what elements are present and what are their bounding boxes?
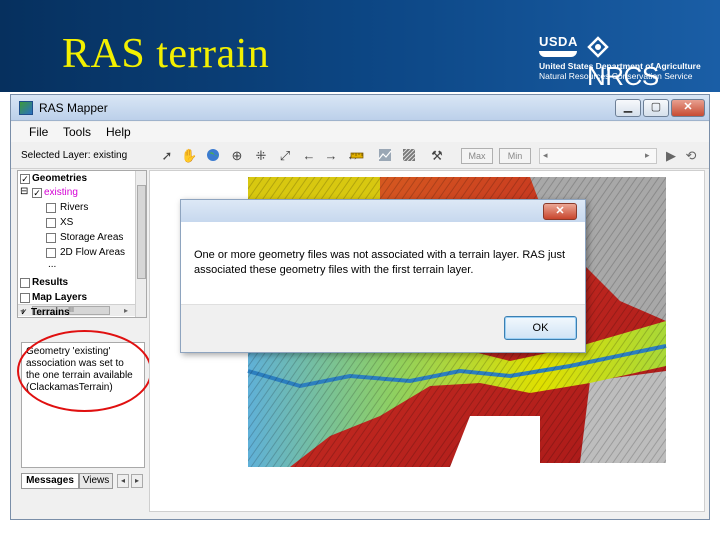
selected-layer-label: Selected Layer: existing [21,150,128,161]
time-slider[interactable]: ◂ ▸ [539,148,657,164]
back-arrow-icon[interactable]: ← [301,148,317,164]
toolbar: Selected Layer: existing ➚ ✋ ⊕ ⁜ ⤢ ← → ↔… [11,143,709,169]
results-checkbox[interactable] [20,278,30,288]
alert-dialog: ✕ One or more geometry files was not ass… [180,199,586,353]
tree-vertical-scrollbar[interactable] [135,171,146,317]
hscroll-right-icon[interactable]: ▸ [124,306,128,315]
ruler-icon[interactable] [349,148,365,164]
tree-item-label: Terrains [31,307,70,318]
existing-checkbox[interactable]: ✓ [32,188,42,198]
nrcs-leaf-icon [587,36,609,58]
message-text: Geometry 'existing' association was set … [26,346,133,393]
dialog-close-button[interactable]: ✕ [543,203,577,220]
service-name: Natural Resources Conservation Service [539,71,693,81]
ras-mapper-app-icon [19,101,33,115]
ok-button[interactable]: OK [504,316,577,340]
tree-item-label: existing [44,187,78,198]
maximize-button[interactable]: ▢ [643,99,669,117]
messages-panel: Geometry 'existing' association was set … [21,342,145,468]
tab-prev-icon[interactable]: ◂ [117,474,129,488]
max-button[interactable]: Max [461,148,493,164]
tree-item-label: Results [32,277,69,288]
dialog-footer: OK [181,304,585,352]
xs-checkbox[interactable] [46,218,56,228]
storage-areas-checkbox[interactable] [46,233,56,243]
min-button[interactable]: Min [499,148,531,164]
ras-mapper-window: RAS Mapper ▁ ▢ ✕ File Tools Help Selecte… [10,94,710,520]
tree-item-label: Geometries [32,173,88,184]
zoom-in-icon[interactable]: ⊕ [229,148,245,164]
profile-icon[interactable] [377,148,393,164]
tab-next-icon[interactable]: ▸ [131,474,143,488]
tree-item-label: XS [60,217,74,228]
usda-wordmark: USDA [539,34,578,49]
dialog-titlebar[interactable]: ✕ [181,200,585,222]
tools-icon[interactable]: ⚒ [429,148,445,164]
geometries-checkbox[interactable]: ✓ [20,174,30,184]
slide-header: RAS terrain USDA NRCS United States Depa… [0,0,720,92]
tree-item-label: 2D Flow Areas [60,247,126,258]
slider-left-arrow-icon[interactable]: ◂ [543,150,548,161]
forward-arrow-icon[interactable]: → [323,148,339,164]
flow-areas-checkbox[interactable] [46,248,56,258]
tree-item-label: Map Layers [32,292,88,303]
map-layers-checkbox[interactable] [20,293,30,303]
window-title: RAS Mapper [39,101,108,115]
usda-swoosh-icon [539,51,577,57]
menu-file[interactable]: File [29,125,48,139]
close-button[interactable]: ✕ [671,99,705,117]
tab-views[interactable]: Views [79,473,113,489]
select-arrow-icon[interactable]: ➚ [159,148,175,164]
slide-title: RAS terrain [62,31,270,77]
reset-icon[interactable]: ⟲ [683,148,699,164]
tab-messages[interactable]: Messages [21,473,79,489]
minimize-button[interactable]: ▁ [615,99,641,117]
department-name: United States Department of Agriculture [539,61,701,71]
hatch-icon[interactable] [401,148,417,164]
layer-tree: ✓ Geometries ⊟ ✓ existing Rivers XS Stor… [17,170,147,318]
tree-vscroll-thumb[interactable] [137,185,146,279]
zoom-extent-icon[interactable]: ⁜ [253,148,269,164]
tree-item-label: Storage Areas [60,232,124,243]
dialog-message: One or more geometry files was not assoc… [194,249,566,276]
full-extent-icon[interactable]: ⤢ [277,148,293,164]
slider-right-arrow-icon[interactable]: ▸ [645,150,650,161]
menu-bar: File Tools Help [11,122,709,142]
terrains-checkbox[interactable]: ✓ [19,308,29,318]
collapse-icon[interactable]: ⊟ [20,186,28,197]
tree-item-label: Rivers [60,202,89,213]
globe-icon[interactable] [205,148,221,164]
tree-item-label: ... [48,259,57,270]
menu-tools[interactable]: Tools [63,125,91,139]
rivers-checkbox[interactable] [46,203,56,213]
window-titlebar[interactable]: RAS Mapper ▁ ▢ ✕ [11,95,709,121]
pan-hand-icon[interactable]: ✋ [181,148,197,164]
menu-help[interactable]: Help [106,125,131,139]
play-icon[interactable]: ▶ [663,148,679,164]
